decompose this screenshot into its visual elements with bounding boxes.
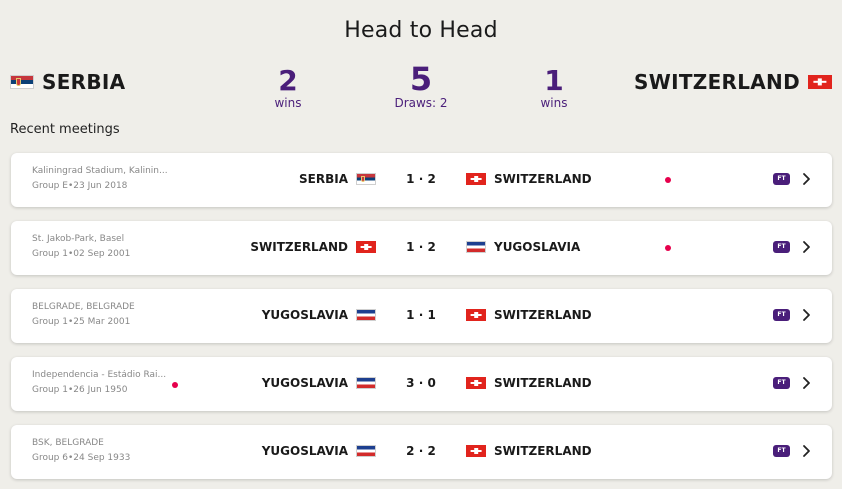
match-group-date: Group 1•25 Mar 2001 — [32, 317, 131, 327]
match-venue: BSK, BELGRADE — [32, 438, 104, 448]
score-separator: · — [414, 376, 428, 390]
match-card[interactable]: St. Jakob-Park, Basel Group 1•02 Sep 2001… — [11, 221, 832, 275]
serbia-flag-icon — [356, 173, 376, 185]
score-away: 2 — [427, 172, 436, 186]
score-away: 2 — [427, 444, 436, 458]
away-team-name: SWITZERLAND — [634, 70, 800, 94]
match-away-name: SWITZERLAND — [494, 308, 592, 322]
switzerland-flag-icon — [466, 173, 486, 185]
chevron-right-icon[interactable] — [801, 306, 813, 324]
yugoslavia-flag-icon — [466, 241, 486, 253]
match-card[interactable]: BSK, BELGRADE Group 6•24 Sep 1933 YUGOSLAV… — [11, 425, 832, 479]
match-home-name: YUGOSLAVIA — [261, 444, 348, 458]
match-home-team: SERBIA — [299, 172, 376, 186]
match-score: 1 · 1 — [396, 308, 446, 322]
page-title: Head to Head — [344, 18, 498, 43]
match-away-team: YUGOSLAVIA — [466, 240, 580, 254]
full-time-badge: FT — [773, 377, 790, 389]
away-wins-count: 1 — [544, 64, 564, 97]
match-venue: BELGRADE, BELGRADE — [32, 302, 135, 312]
home-wins-count: 2 — [278, 64, 298, 97]
match-group-date: Group E•23 Jun 2018 — [32, 181, 128, 191]
match-away-name: YUGOSLAVIA — [494, 240, 581, 254]
live-dot-icon — [172, 382, 178, 388]
match-group-date: Group 1•26 Jun 1950 — [32, 385, 128, 395]
score-away: 0 — [427, 376, 436, 390]
total-matches-stat: 5 Draws: 2 — [381, 60, 461, 111]
chevron-right-icon[interactable] — [801, 442, 813, 460]
switzerland-flag-icon — [466, 377, 486, 389]
yugoslavia-flag-icon — [356, 377, 376, 389]
match-home-name: SWITZERLAND — [250, 240, 348, 254]
serbia-flag-icon — [10, 75, 34, 89]
match-home-name: YUGOSLAVIA — [261, 308, 348, 322]
full-time-badge: FT — [773, 445, 790, 457]
full-time-badge: FT — [773, 241, 790, 253]
match-group-date: Group 1•02 Sep 2001 — [32, 249, 131, 259]
match-away-team: SWITZERLAND — [466, 308, 592, 322]
score-away: 1 — [427, 308, 436, 322]
score-home: 2 — [406, 444, 415, 458]
match-away-name: SWITZERLAND — [494, 172, 592, 186]
match-home-team: YUGOSLAVIA — [262, 444, 376, 458]
chevron-right-icon[interactable] — [801, 170, 813, 188]
full-time-badge: FT — [773, 173, 790, 185]
score-separator: · — [414, 308, 428, 322]
match-away-team: SWITZERLAND — [466, 376, 592, 390]
match-away-name: SWITZERLAND — [494, 444, 592, 458]
match-score: 1 · 2 — [396, 172, 446, 186]
match-home-team: YUGOSLAVIA — [262, 308, 376, 322]
score-home: 1 — [406, 240, 415, 254]
switzerland-flag-icon — [356, 241, 376, 253]
yugoslavia-flag-icon — [356, 309, 376, 321]
match-score: 2 · 2 — [396, 444, 446, 458]
away-team[interactable]: SWITZERLAND — [634, 70, 832, 94]
switzerland-flag-icon — [466, 445, 486, 457]
match-venue: Independencia - Estádio Rai... — [32, 370, 167, 380]
score-separator: · — [414, 444, 428, 458]
match-home-name: YUGOSLAVIA — [261, 376, 348, 390]
match-score: 1 · 2 — [396, 240, 446, 254]
match-group-date: Group 6•24 Sep 1933 — [32, 453, 131, 463]
home-wins-label: wins — [274, 96, 302, 110]
match-away-name: SWITZERLAND — [494, 376, 592, 390]
score-home: 1 — [406, 172, 415, 186]
away-wins-label: wins — [540, 96, 568, 110]
match-card[interactable]: Independencia - Estádio Rai... Group 1•26… — [11, 357, 832, 411]
home-team-name: SERBIA — [42, 70, 126, 94]
match-venue: St. Jakob-Park, Basel — [32, 234, 125, 244]
match-away-team: SWITZERLAND — [466, 172, 592, 186]
score-separator: · — [414, 172, 428, 186]
live-dot-icon — [665, 177, 671, 183]
away-wins-stat: 1 wins — [524, 64, 584, 111]
home-wins-stat: 2 wins — [258, 64, 318, 111]
yugoslavia-flag-icon — [356, 445, 376, 457]
score-away: 2 — [427, 240, 436, 254]
match-away-team: SWITZERLAND — [466, 444, 592, 458]
match-card[interactable]: BELGRADE, BELGRADE Group 1•25 Mar 2001 YUG… — [11, 289, 832, 343]
recent-meetings-heading: Recent meetings — [10, 122, 120, 137]
switzerland-flag-icon — [808, 75, 832, 89]
draws-label: Draws: 2 — [394, 96, 448, 110]
match-home-team: SWITZERLAND — [250, 240, 376, 254]
total-matches-count: 5 — [409, 60, 433, 98]
match-card[interactable]: Kaliningrad Stadium, Kalinin... Group E•2… — [11, 153, 832, 207]
match-home-team: YUGOSLAVIA — [262, 376, 376, 390]
chevron-right-icon[interactable] — [801, 238, 813, 256]
home-team[interactable]: SERBIA — [10, 70, 125, 94]
live-dot-icon — [665, 245, 671, 251]
chevron-right-icon[interactable] — [801, 374, 813, 392]
match-score: 3 · 0 — [396, 376, 446, 390]
score-home: 3 — [406, 376, 415, 390]
full-time-badge: FT — [773, 309, 790, 321]
score-home: 1 — [406, 308, 415, 322]
score-separator: · — [414, 240, 428, 254]
match-venue: Kaliningrad Stadium, Kalinin... — [32, 166, 168, 176]
switzerland-flag-icon — [466, 309, 486, 321]
match-home-name: SERBIA — [299, 172, 348, 186]
